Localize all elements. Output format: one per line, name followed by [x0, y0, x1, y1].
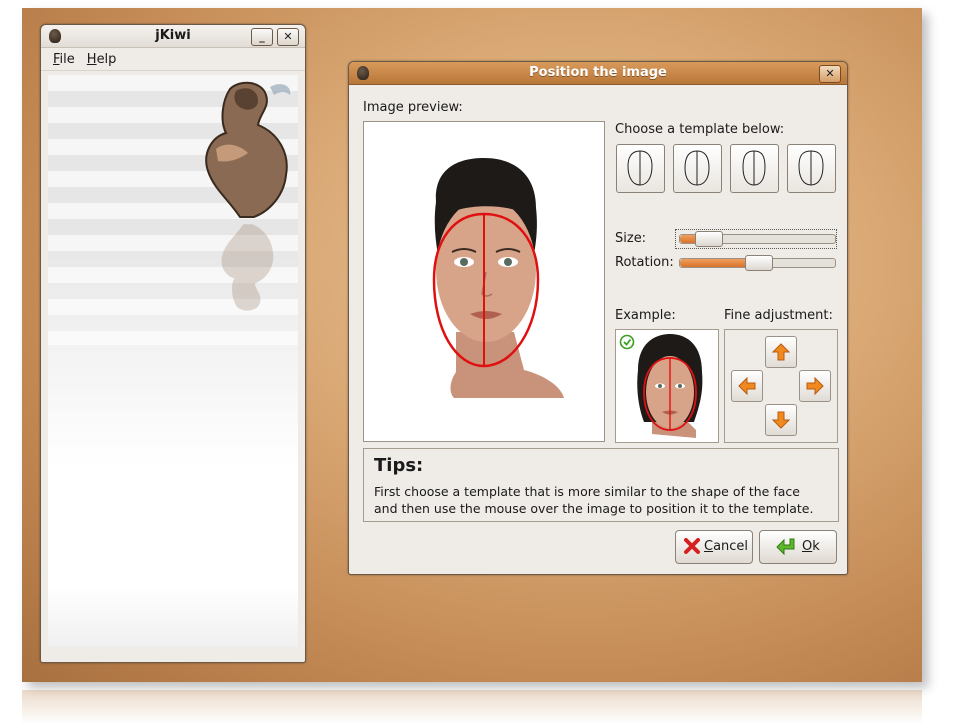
- template-label: Choose a template below:: [615, 122, 785, 137]
- ok-button[interactable]: Ok: [759, 530, 837, 564]
- check-icon: [619, 334, 635, 350]
- example-label: Example:: [615, 308, 676, 323]
- tips-title: Tips:: [374, 455, 424, 476]
- fine-adjustment-label: Fine adjustment:: [724, 308, 833, 323]
- cancel-x-icon: [684, 538, 700, 554]
- size-label: Size:: [615, 231, 647, 246]
- minimize-button[interactable]: _: [251, 28, 273, 46]
- template-button-1[interactable]: [616, 144, 665, 193]
- arrow-left-icon: [738, 377, 756, 395]
- face-preview-image: [432, 158, 564, 398]
- template-button-4[interactable]: [787, 144, 836, 193]
- tips-text: First choose a template that is more sim…: [374, 483, 834, 517]
- dialog-close-button[interactable]: ✕: [819, 65, 841, 83]
- menu-help[interactable]: Help: [87, 52, 117, 67]
- cancel-button-label: Cancel: [704, 539, 749, 554]
- arrow-right-icon: [806, 377, 824, 395]
- close-button[interactable]: ✕: [277, 28, 299, 46]
- move-up-button[interactable]: [765, 336, 797, 368]
- template-shape-4-icon: [798, 150, 824, 186]
- arrow-up-icon: [772, 343, 790, 361]
- canvas-fade: [48, 345, 298, 647]
- main-canvas[interactable]: [48, 75, 298, 647]
- image-preview[interactable]: [363, 121, 605, 442]
- move-left-button[interactable]: [731, 370, 763, 402]
- kiwi-figure-image: [205, 81, 291, 218]
- menubar: File Help: [41, 48, 305, 71]
- move-right-button[interactable]: [799, 370, 831, 402]
- rotation-slider[interactable]: [679, 255, 836, 271]
- position-image-dialog: Position the image ✕ Image preview: Choo…: [348, 61, 848, 575]
- size-slider[interactable]: [679, 231, 836, 247]
- main-titlebar[interactable]: jKiwi _ ✕: [41, 25, 305, 48]
- tips-panel: Tips: First choose a template that is mo…: [363, 448, 839, 522]
- rotation-slider-thumb[interactable]: [745, 255, 773, 271]
- template-shape-3-icon: [742, 150, 766, 186]
- cancel-button[interactable]: Cancel: [675, 530, 753, 564]
- kiwi-figure-reflection: [221, 224, 274, 311]
- dialog-titlebar[interactable]: Position the image ✕: [349, 62, 847, 85]
- fine-adjustment-panel: [724, 329, 838, 443]
- size-slider-thumb[interactable]: [695, 231, 723, 247]
- move-down-button[interactable]: [765, 404, 797, 436]
- arrow-down-icon: [772, 411, 790, 429]
- ok-button-label: Ok: [802, 539, 820, 554]
- tips-line-1: First choose a template that is more sim…: [374, 484, 800, 499]
- rotation-slider-fill: [680, 259, 749, 267]
- example-image: [615, 329, 719, 443]
- template-shape-2-icon: [684, 150, 710, 186]
- template-button-2[interactable]: [673, 144, 722, 193]
- template-shape-1-icon: [627, 150, 653, 186]
- rotation-label: Rotation:: [615, 255, 674, 270]
- ok-arrow-icon: [776, 538, 795, 556]
- dialog-title: Position the image: [529, 65, 667, 80]
- tips-line-2: and then use the mouse over the image to…: [374, 501, 814, 516]
- template-button-3[interactable]: [730, 144, 779, 193]
- menu-file[interactable]: File: [53, 52, 75, 67]
- desktop-reflection: [22, 690, 922, 724]
- image-preview-label: Image preview:: [363, 100, 463, 115]
- main-window: jKiwi _ ✕ File Help: [40, 24, 306, 663]
